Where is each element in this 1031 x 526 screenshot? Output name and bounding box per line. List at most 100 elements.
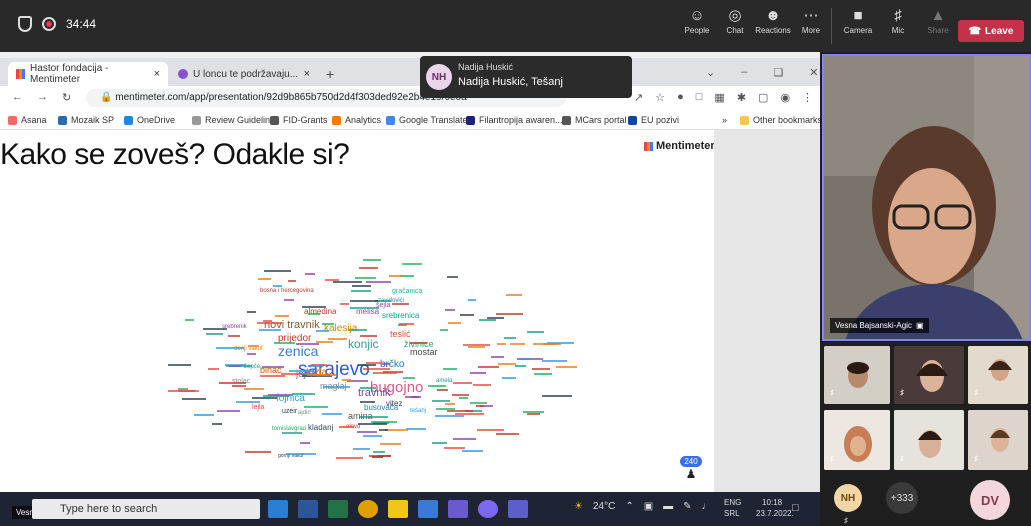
word-cloud-small-word	[167, 390, 196, 393]
close-icon[interactable]: ✕	[809, 66, 818, 79]
word-cloud-small-word	[247, 352, 256, 355]
viber-icon[interactable]	[478, 500, 498, 518]
word-cloud-word: živinice	[404, 340, 434, 349]
sticky-notes-icon[interactable]	[388, 500, 408, 518]
bookmark-onedrive[interactable]: OneDrive	[124, 115, 175, 125]
bookmark-translate[interactable]: Google Translate	[386, 115, 468, 125]
speaker-name-badge: Vesna Bajsanski-Agic ▣	[830, 318, 929, 333]
bookmark-mozaik[interactable]: Mozaik SP	[58, 115, 114, 125]
tray-app-icon[interactable]: ▣	[644, 501, 653, 512]
bookmark-analytics[interactable]: Analytics	[332, 115, 381, 125]
participant-video[interactable]: ♯	[824, 410, 890, 470]
volume-icon[interactable]: ♩	[702, 501, 712, 512]
chevron-up-icon[interactable]: ⌃	[625, 501, 633, 512]
teams-icon[interactable]	[508, 500, 528, 518]
close-tab-icon[interactable]: ×	[154, 68, 160, 80]
speaker-video[interactable]: Vesna Bajsanski-Agic ▣	[822, 54, 1031, 341]
share-button[interactable]: ▲ Share	[918, 6, 958, 35]
sidepanel-icon[interactable]: ▢	[758, 91, 768, 104]
mic-label: Mic	[891, 26, 905, 35]
reload-icon[interactable]: ↻	[62, 91, 71, 104]
word-cloud-small-word	[262, 365, 285, 368]
word-cloud-small-word	[526, 412, 541, 415]
excel-icon[interactable]	[328, 500, 348, 518]
word-cloud-small-word	[446, 410, 474, 413]
word-cloud-small-word	[431, 400, 451, 402]
file-explorer-icon[interactable]	[268, 500, 288, 518]
reactions-label: Reactions	[755, 26, 791, 35]
bookmark-mcars[interactable]: MCars portal	[562, 115, 627, 125]
participant-video[interactable]: ♯	[824, 346, 890, 404]
chat-button[interactable]: ◎ Chat	[716, 6, 754, 35]
word-cloud-small-word	[515, 364, 526, 367]
avatar[interactable]: NH	[834, 484, 862, 512]
word-cloud-word: amela	[436, 378, 453, 384]
forward-icon[interactable]: →	[37, 91, 48, 104]
word-cloud-small-word	[321, 323, 334, 326]
chrome-icon[interactable]	[358, 500, 378, 518]
chevron-down-icon[interactable]: ⌄	[706, 66, 715, 79]
word-cloud-small-word	[366, 280, 392, 283]
network-icon[interactable]: ▬	[663, 501, 673, 512]
word-cloud-small-word	[322, 412, 342, 415]
mic-off-icon: ♯	[974, 454, 978, 463]
leave-button[interactable]: ☎ Leave	[958, 20, 1024, 42]
taskbar-search-input[interactable]: Type here to search	[32, 499, 260, 519]
bookmarks-overflow-icon[interactable]: »	[722, 115, 727, 125]
avatar[interactable]: DV	[970, 480, 1010, 520]
participant-video[interactable]: ♯	[968, 346, 1028, 404]
extension-icon[interactable]: □	[696, 91, 703, 104]
word-cloud-small-word	[300, 441, 310, 444]
menu-icon[interactable]: ⋮	[802, 91, 813, 104]
participant-video[interactable]: ♯	[894, 346, 964, 404]
word-cloud-small-word	[385, 429, 409, 432]
bookmark-asana[interactable]: Asana	[8, 115, 47, 125]
clock[interactable]: 10:18 23.7.2022.	[756, 497, 794, 519]
people-button[interactable]: ☺ People	[678, 6, 716, 35]
participants-video-panel: Vesna Bajsanski-Agic ▣ ♯ ♯ ♯ ♯ ♯ ♯ NH +3…	[820, 52, 1031, 526]
browser-tab-loncu[interactable]: U loncu te podržavaju... ×	[170, 62, 318, 86]
word-cloud-small-word	[203, 327, 227, 330]
close-tab-icon[interactable]: ×	[304, 68, 310, 80]
profile-avatar[interactable]: ◉	[780, 91, 790, 104]
word-cloud-small-word	[462, 344, 491, 347]
extension-icon[interactable]: ▦	[714, 91, 724, 104]
participant-video[interactable]: ♯	[894, 410, 964, 470]
camera-button[interactable]: ■ Camera	[838, 6, 878, 35]
bookmark-review[interactable]: Review Guidelines	[192, 115, 280, 125]
extension-icon[interactable]: ●	[677, 91, 684, 104]
notification-icon[interactable]: □	[792, 502, 799, 514]
app-icon[interactable]	[448, 500, 468, 518]
browser-tab-mentimeter[interactable]: Hastor fondacija - Mentimeter ×	[8, 62, 168, 86]
mic-off-icon: ♯	[894, 7, 902, 24]
minimize-icon[interactable]: –	[741, 66, 747, 79]
more-participants-badge[interactable]: +333	[886, 482, 918, 514]
star-icon[interactable]: ☆	[655, 91, 665, 104]
share-page-icon[interactable]: ↗	[634, 91, 643, 104]
word-cloud-small-word	[349, 307, 379, 310]
pen-icon[interactable]: ✎	[683, 501, 691, 512]
mentimeter-icon	[644, 141, 653, 151]
more-button[interactable]: ⋯ More	[792, 6, 830, 35]
new-tab-icon[interactable]: +	[326, 66, 334, 82]
media-controls: ■ Camera ♯ Mic ▲ Share	[838, 6, 958, 35]
puzzle-icon[interactable]: ✱	[737, 91, 746, 104]
bookmark-fid[interactable]: FID-Grants	[270, 115, 328, 125]
mic-button[interactable]: ♯ Mic	[878, 6, 918, 35]
word-cloud-small-word	[359, 387, 376, 390]
word-cloud-small-word	[406, 427, 427, 430]
word-icon[interactable]	[298, 500, 318, 518]
speaker-name: Vesna Bajsanski-Agic	[835, 321, 912, 330]
reactions-button[interactable]: ☻ Reactions	[754, 6, 792, 35]
bookmark-filantropija[interactable]: Filantropija awaren...	[466, 115, 563, 125]
word-cloud-small-word	[362, 259, 381, 262]
participant-video[interactable]: ♯	[968, 410, 1028, 470]
word-cloud-small-word	[349, 300, 379, 303]
language-indicator[interactable]: ENG SRL	[724, 497, 741, 519]
back-icon[interactable]: ←	[12, 91, 23, 104]
word-cloud-small-word	[373, 451, 385, 454]
maximize-icon[interactable]: ❏	[773, 66, 783, 79]
mail-icon[interactable]	[418, 500, 438, 518]
bookmark-eu[interactable]: EU pozivi	[628, 115, 679, 125]
other-bookmarks[interactable]: Other bookmarks	[740, 115, 820, 125]
